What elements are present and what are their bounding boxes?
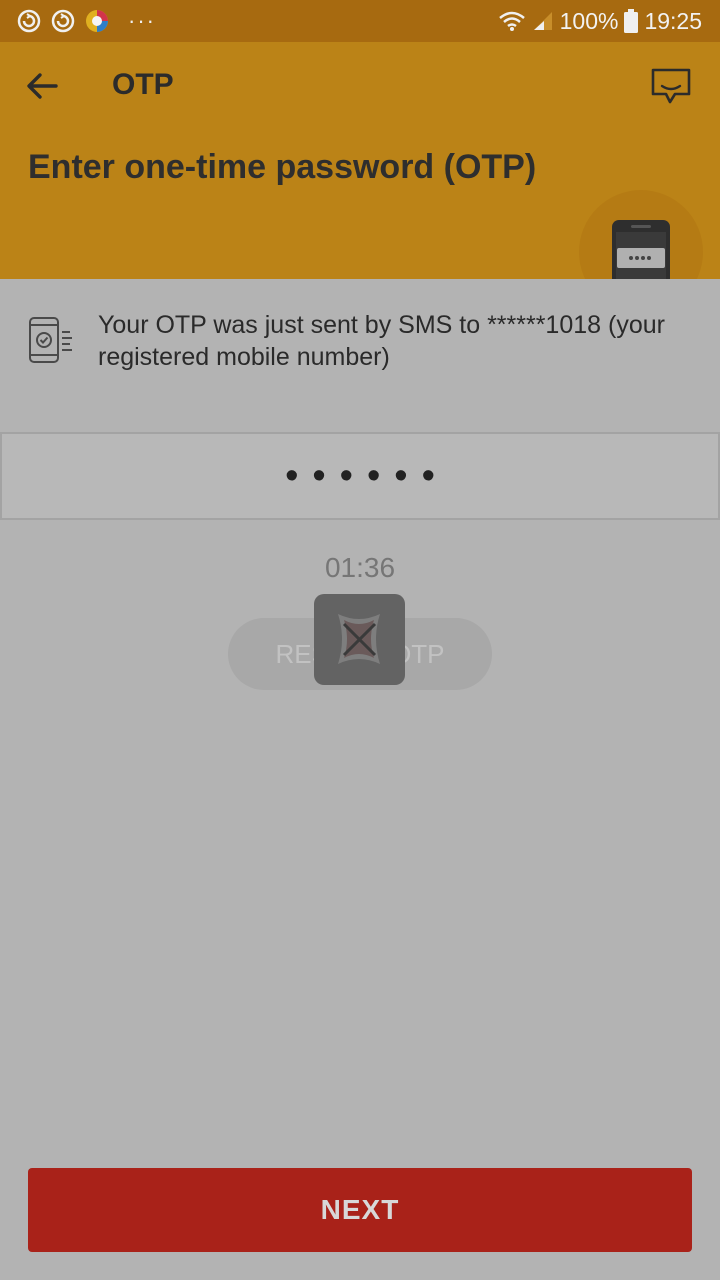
sync-icon (17, 9, 41, 33)
browser-icon (86, 10, 108, 32)
signal-icon (533, 12, 552, 30)
app-header: OTP Enter one-time password (OTP) (0, 42, 720, 279)
clock: 19:25 (644, 8, 702, 34)
sync-icon (51, 9, 75, 33)
back-arrow-icon[interactable] (22, 66, 62, 106)
otp-sent-message: Your OTP was just sent by SMS to ******1… (98, 311, 665, 371)
otp-heading: Enter one-time password (OTP) (28, 148, 537, 186)
more-notifications-indicator: ··· (128, 8, 156, 33)
otp-masked-value: •••••• (285, 454, 449, 497)
phone-illustration (579, 190, 703, 279)
otp-info-row: Your OTP was just sent by SMS to ******1… (0, 279, 720, 409)
battery-percentage: 100% (559, 8, 619, 34)
otp-input[interactable]: •••••• (0, 432, 720, 520)
battery-icon (624, 9, 639, 33)
page-title: OTP (112, 68, 174, 101)
status-left-icons: ··· (16, 8, 156, 34)
status-bar: ··· 100% 19:25 (0, 0, 720, 42)
chat-icon[interactable] (648, 64, 694, 110)
next-button[interactable]: NEXT (28, 1168, 692, 1252)
wifi-icon (498, 11, 525, 31)
loading-spinner (314, 594, 405, 685)
loading-icon (338, 614, 380, 664)
status-right: 100% 19:25 (498, 6, 702, 36)
phone-check-icon (29, 317, 72, 363)
countdown-timer: 01:36 (324, 552, 396, 583)
